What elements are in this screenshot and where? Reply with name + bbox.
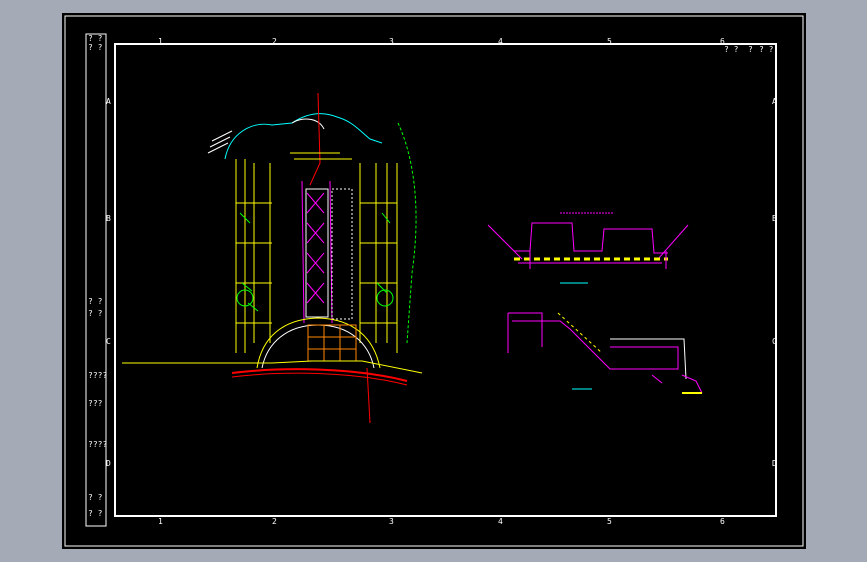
column-label-1-bottom: 1 — [158, 517, 163, 526]
column-label-3: 3 — [389, 37, 394, 46]
title-block-cell: ? ? — [724, 45, 739, 54]
title-block-cell: ???? — [88, 440, 108, 449]
title-block-cell: ???? — [88, 371, 108, 380]
row-label-a: A — [106, 97, 111, 106]
column-label-6-bottom: 6 — [720, 517, 725, 526]
cad-drawing-canvas — [64, 15, 804, 547]
title-block-cell: ? ? — [88, 297, 103, 306]
column-label-2: 2 — [272, 37, 277, 46]
title-block-cell: ? ? — [88, 493, 103, 502]
row-label-b: B — [106, 214, 111, 223]
row-label-a-right: A — [772, 97, 777, 106]
column-label-1: 1 — [158, 37, 163, 46]
row-label-d: D — [106, 459, 111, 468]
column-label-5: 5 — [607, 37, 612, 46]
row-label-b-right: B — [772, 214, 777, 223]
column-label-4-bottom: 4 — [498, 517, 503, 526]
column-label-5-bottom: 5 — [607, 517, 612, 526]
title-block-cell: ? ? — [88, 43, 103, 52]
site-plan — [122, 92, 423, 424]
column-label-4: 4 — [498, 37, 503, 46]
column-label-2-bottom: 2 — [272, 517, 277, 526]
column-label-3-bottom: 3 — [389, 517, 394, 526]
title-block-cell: ? — [748, 45, 753, 54]
row-label-c-right: C — [772, 337, 777, 346]
title-block-cell: ? ? — [88, 34, 103, 43]
cad-drawing-sheet: 1 2 3 4 5 6 1 2 3 4 5 6 A B C D A B C D … — [62, 13, 806, 549]
title-block-cell: ??? — [88, 399, 103, 408]
row-label-d-right: D — [772, 459, 777, 468]
title-block-cell: ? ? — [88, 509, 103, 518]
title-block-cell: ? ? — [88, 309, 103, 318]
title-block-cell: ? ? — [759, 45, 774, 54]
drawing-frame — [64, 15, 804, 547]
section-1-1 — [487, 212, 689, 284]
row-label-c: C — [106, 337, 111, 346]
section-2-2 — [507, 312, 703, 394]
